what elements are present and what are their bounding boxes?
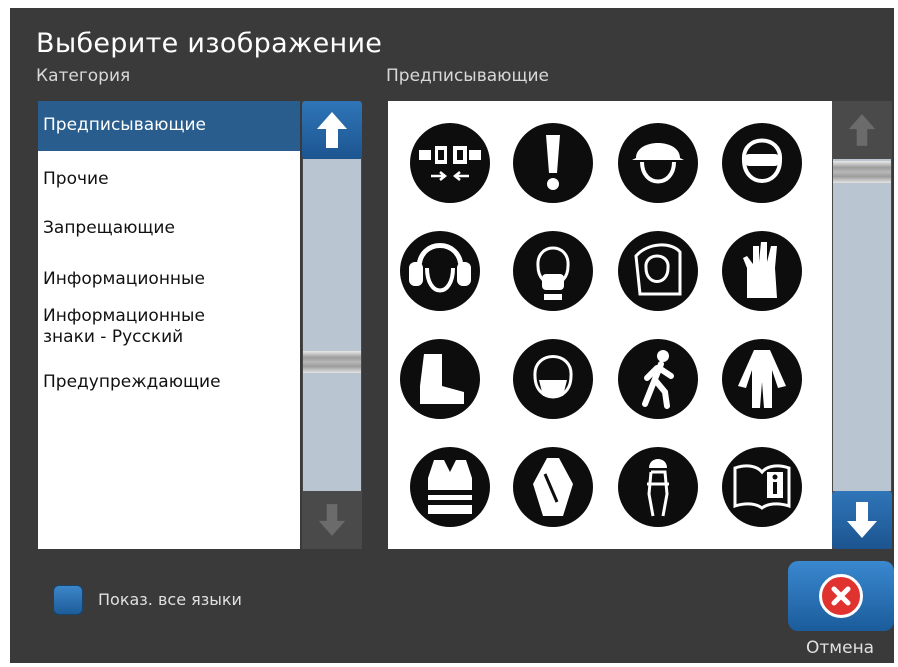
image-scroll-up-button[interactable] (832, 101, 892, 159)
arrow-down-icon (847, 502, 877, 538)
dialog-title: Выберите изображение (36, 28, 383, 59)
category-scroll-thumb[interactable] (303, 351, 361, 373)
protective-gloves-icon[interactable] (722, 231, 802, 311)
exclamation-icon[interactable] (513, 123, 593, 203)
dust-mask-icon[interactable] (513, 231, 593, 311)
category-list: Предписывающие Прочие Запрещающие Информ… (38, 101, 300, 549)
arrow-up-icon (848, 114, 876, 146)
ear-protection-icon[interactable] (400, 231, 480, 311)
seat-belt-icon[interactable] (410, 123, 490, 203)
show-all-languages-checkbox[interactable] (53, 585, 83, 615)
high-vis-vest-icon[interactable] (410, 447, 490, 527)
arrow-up-icon (317, 112, 347, 148)
face-shield-icon[interactable] (618, 231, 698, 311)
category-scroll-down-button[interactable] (302, 491, 362, 549)
close-icon (819, 574, 863, 618)
category-item-information-russian[interactable]: Информационные знаки - Русский (38, 306, 248, 348)
respirator-icon[interactable] (513, 339, 593, 419)
image-scroll-track[interactable] (833, 159, 891, 491)
selected-category-label: Предписывающие (386, 66, 549, 86)
cancel-button[interactable] (788, 561, 894, 631)
protective-coverall-icon[interactable] (722, 339, 802, 419)
safety-harness-icon[interactable] (618, 447, 698, 527)
read-manual-icon[interactable] (722, 447, 802, 527)
protective-apron-icon[interactable] (513, 447, 593, 527)
image-scroll-thumb[interactable] (833, 161, 891, 183)
category-scrollbar[interactable] (302, 101, 362, 549)
category-scroll-up-button[interactable] (302, 101, 362, 159)
category-item-information[interactable]: Информационные (38, 269, 300, 290)
pedestrian-route-icon[interactable] (618, 339, 698, 419)
dialog: Выберите изображение Категория Предписыв… (10, 8, 894, 663)
safety-boots-icon[interactable] (400, 339, 480, 419)
image-grid (388, 101, 834, 549)
arrow-down-icon (318, 504, 346, 536)
category-item-other[interactable]: Прочие (38, 169, 300, 190)
hard-hat-icon[interactable] (618, 123, 698, 203)
show-all-languages-label[interactable]: Показ. все языки (98, 590, 242, 609)
safety-goggles-icon[interactable] (722, 123, 802, 203)
image-scroll-down-button[interactable] (832, 491, 892, 549)
category-item-prohibition[interactable]: Запрещающие (38, 218, 300, 239)
cancel-label: Отмена (806, 638, 875, 658)
category-item-warning[interactable]: Предупреждающие (38, 372, 300, 393)
category-label: Категория (36, 66, 131, 86)
image-scrollbar[interactable] (832, 101, 892, 549)
category-item-prescriptive[interactable]: Предписывающие (38, 101, 300, 151)
category-scroll-track[interactable] (303, 159, 361, 491)
